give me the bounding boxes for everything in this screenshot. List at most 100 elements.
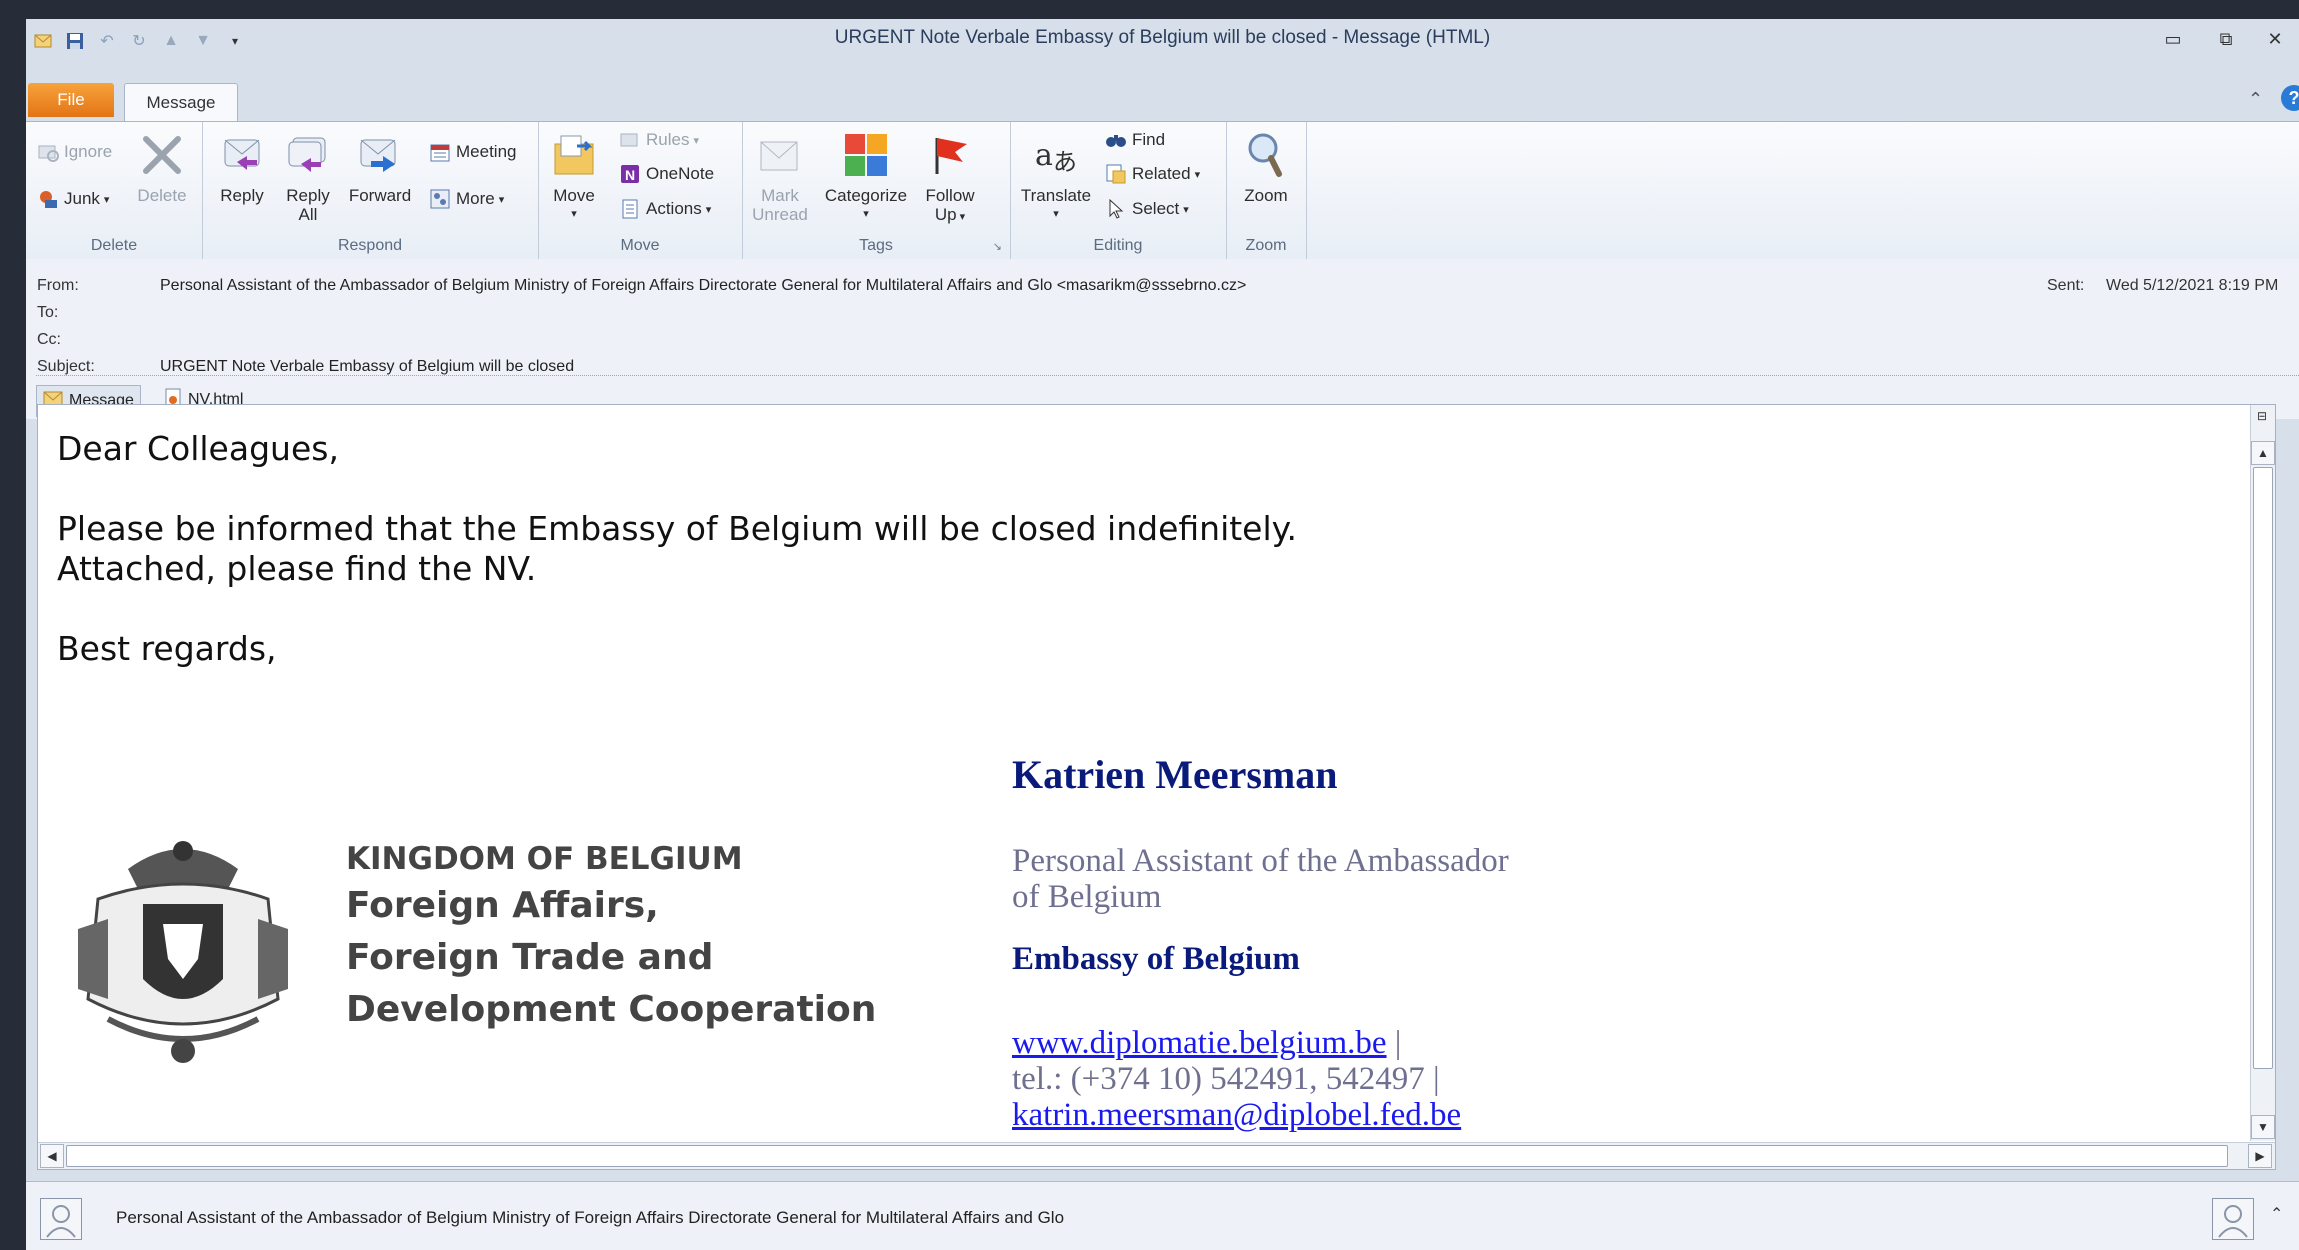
dropdown-arrow-icon: ▾ [1053, 208, 1059, 220]
zoom-label: Zoom [1244, 186, 1288, 205]
move-folder-icon [549, 130, 599, 180]
delete-group-label: Delete [90, 237, 138, 254]
meeting-label: Meeting [456, 142, 517, 161]
move-group: Move ▾ Rules ▾ N OneNote Actions ▾ Move [538, 122, 743, 259]
cursor-icon [1104, 197, 1128, 221]
select-button[interactable]: Select ▾ [1104, 197, 1189, 221]
horizontal-scroll-thumb[interactable] [66, 1145, 2228, 1167]
more-respond-button[interactable]: More ▾ [428, 187, 504, 211]
signature-tel: tel.: (+374 10) 542491, 542497 | [1012, 1061, 1440, 1097]
from-label: From: [37, 277, 79, 294]
magnifier-icon [1241, 130, 1291, 180]
people-pane-sender: Personal Assistant of the Ambassador of … [116, 1208, 1065, 1227]
select-label: Select [1132, 199, 1180, 218]
junk-button[interactable]: Junk ▾ [36, 187, 109, 211]
tab-file[interactable]: File [28, 83, 114, 117]
translate-label: Translate [1020, 186, 1092, 205]
tab-message[interactable]: Message [124, 83, 238, 122]
minimize-ribbon-icon[interactable]: ⌃ [2248, 89, 2263, 110]
ignore-icon [36, 140, 60, 164]
more-label: More [456, 189, 495, 208]
close-icon[interactable]: ✕ [2258, 29, 2292, 50]
reply-all-button[interactable]: Reply All [278, 130, 338, 224]
logo-line-1: KINGDOM OF BELGIUM [346, 841, 743, 877]
minimize-icon[interactable]: ▭ [2156, 29, 2190, 50]
move-label: Move [553, 186, 595, 205]
to-label: To: [37, 304, 59, 321]
related-icon [1104, 162, 1128, 186]
reply-button[interactable]: Reply [212, 130, 272, 205]
tags-group-label: Tags [859, 237, 893, 254]
email-link[interactable]: katrin.meersman@diplobel.fed.be [1012, 1097, 1461, 1133]
scroll-right-icon[interactable]: ▶ [2248, 1144, 2272, 1168]
body-line-2: Attached, please find the NV. [57, 549, 537, 588]
dropdown-arrow-icon: ▾ [693, 134, 699, 147]
dropdown-arrow-icon: ▾ [498, 193, 505, 206]
categorize-button[interactable]: Categorize ▾ [818, 130, 914, 224]
dropdown-arrow-icon: ▾ [1183, 203, 1189, 216]
move-button[interactable]: Move ▾ [546, 130, 602, 224]
signature-name: Katrien Meersman [1012, 752, 1338, 797]
closing: Best regards, [57, 629, 277, 668]
respond-group: Reply Reply All Forward Meeting More ▾ R… [202, 122, 539, 259]
calendar-icon [428, 140, 452, 164]
cc-label: Cc: [37, 331, 61, 348]
sender-avatar-icon[interactable] [40, 1198, 82, 1240]
subject-value: URGENT Note Verbale Embassy of Belgium w… [160, 358, 575, 375]
actions-button[interactable]: Actions ▾ [618, 197, 711, 221]
logo-line-2: Foreign Affairs, [346, 885, 659, 926]
contact-avatar-icon[interactable] [2212, 1198, 2254, 1240]
follow-up-button[interactable]: Follow Up ▾ [918, 130, 982, 227]
horizontal-scrollbar[interactable]: ◀ ▶ [38, 1142, 2275, 1169]
editing-group: aあ Translate ▾ Find Related ▾ Select ▾ E… [1010, 122, 1227, 259]
mark-unread-button[interactable]: Mark Unread [748, 130, 812, 224]
zoom-button[interactable]: Zoom [1234, 130, 1298, 205]
onenote-icon: N [618, 162, 642, 186]
delete-group: Ignore Junk ▾ Delete Delete [26, 122, 203, 259]
vertical-scroll-thumb[interactable] [2253, 467, 2273, 1069]
restore-icon[interactable]: ⧉ [2209, 29, 2243, 50]
split-view-icon[interactable]: ⊟ [2251, 405, 2273, 427]
mark-unread-label-1: Mark [761, 186, 799, 205]
find-button[interactable]: Find [1104, 128, 1165, 152]
tags-group: Mark Unread Categorize ▾ Follow Up ▾ ↘ Ta… [742, 122, 1011, 259]
website-link[interactable]: www.diplomatie.belgium.be [1012, 1025, 1387, 1061]
delete-label: Delete [137, 186, 187, 205]
meeting-button[interactable]: Meeting [428, 140, 516, 164]
scroll-left-icon[interactable]: ◀ [40, 1144, 64, 1168]
from-value[interactable]: Personal Assistant of the Ambassador of … [160, 277, 1246, 295]
junk-icon [36, 187, 60, 211]
outlook-message-window: ↶ ↻ ▲ ▼ ▾ URGENT Note Verbale Embassy of… [26, 19, 2299, 1250]
title-bar: ↶ ↻ ▲ ▼ ▾ URGENT Note Verbale Embassy of… [26, 19, 2299, 59]
message-body[interactable]: Dear Colleagues, Please be informed that… [37, 404, 2276, 1170]
onenote-label: OneNote [646, 164, 715, 183]
help-icon[interactable]: ? [2281, 85, 2299, 111]
onenote-button[interactable]: N OneNote [618, 162, 714, 186]
scroll-down-icon[interactable]: ▼ [2251, 1115, 2275, 1139]
rules-button[interactable]: Rules ▾ [618, 128, 699, 152]
reply-all-label-2: All [298, 205, 318, 224]
delete-button[interactable]: Delete [130, 130, 194, 205]
subject-label: Subject: [37, 358, 95, 375]
rules-label: Rules [646, 130, 690, 149]
scroll-up-icon[interactable]: ▲ [2251, 441, 2275, 465]
zoom-group: Zoom Zoom [1226, 122, 1307, 259]
mark-unread-label-2: Unread [752, 205, 808, 224]
translate-button[interactable]: aあ Translate ▾ [1016, 130, 1096, 224]
flag-icon [925, 130, 975, 180]
related-button[interactable]: Related ▾ [1104, 162, 1200, 186]
dropdown-arrow-icon: ▾ [1194, 168, 1201, 181]
categorize-label: Categorize [824, 186, 908, 205]
greeting: Dear Colleagues, [57, 429, 339, 468]
respond-group-label: Respond [337, 237, 403, 254]
sent-value: Wed 5/12/2021 8:19 PM [2106, 277, 2279, 294]
expand-people-pane-icon[interactable]: ⌃ [2270, 1204, 2283, 1224]
find-label: Find [1132, 130, 1166, 149]
ignore-button[interactable]: Ignore [36, 140, 112, 164]
more-respond-icon [428, 187, 452, 211]
ignore-label: Ignore [64, 142, 113, 161]
dropdown-arrow-icon: ▾ [959, 211, 966, 223]
forward-button[interactable]: Forward [344, 130, 416, 205]
reply-label: Reply [220, 186, 264, 205]
vertical-scrollbar[interactable]: ⊟ ▲ ▼ [2250, 405, 2275, 1141]
